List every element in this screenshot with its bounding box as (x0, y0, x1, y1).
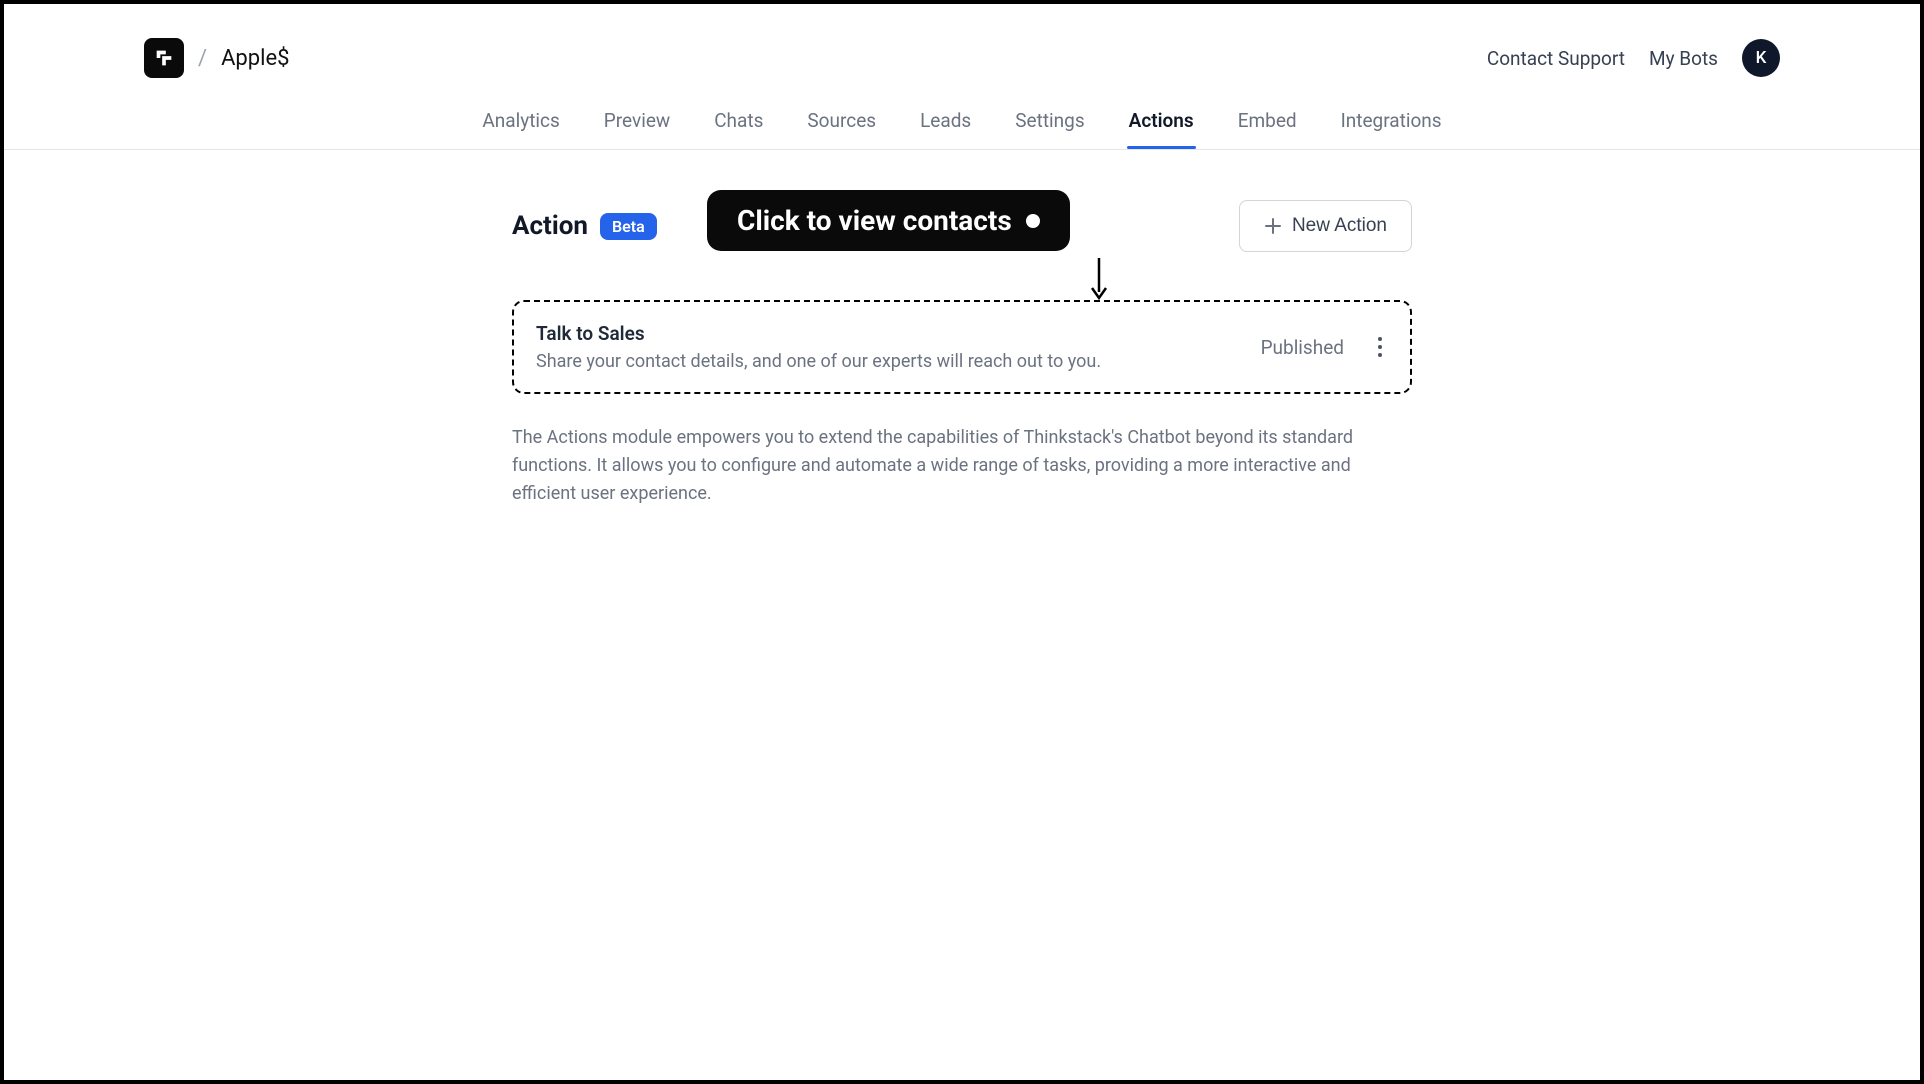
header: / Apple$ Contact Support My Bots K (4, 4, 1920, 94)
beta-badge: Beta (600, 213, 657, 240)
main-content: Action Beta Click to view contacts New A… (512, 150, 1412, 508)
tooltip-callout: Click to view contacts (707, 190, 1070, 251)
plus-icon (1264, 217, 1282, 235)
tabs-navigation: Analytics Preview Chats Sources Leads Se… (4, 94, 1920, 150)
new-action-button[interactable]: New Action (1239, 200, 1412, 252)
header-left: / Apple$ (44, 38, 290, 78)
breadcrumb-separator: / (198, 46, 207, 71)
tooltip-text: Click to view contacts (737, 204, 1012, 237)
action-card-right: Published (1261, 331, 1388, 363)
action-card[interactable]: Talk to Sales Share your contact details… (512, 300, 1412, 394)
tab-embed[interactable]: Embed (1236, 95, 1299, 148)
title-row: Action Beta Click to view contacts New A… (512, 200, 1412, 252)
action-title: Talk to Sales (536, 322, 1101, 345)
info-text: The Actions module empowers you to exten… (512, 424, 1412, 508)
tab-actions[interactable]: Actions (1127, 95, 1196, 148)
new-action-label: New Action (1292, 215, 1387, 237)
kebab-menu-icon[interactable] (1372, 331, 1388, 363)
action-description: Share your contact details, and one of o… (536, 351, 1101, 372)
status-badge: Published (1261, 336, 1344, 359)
tab-leads[interactable]: Leads (918, 95, 973, 148)
avatar[interactable]: K (1742, 39, 1780, 77)
tooltip-dot-icon (1026, 214, 1040, 228)
tab-settings[interactable]: Settings (1013, 95, 1086, 148)
action-card-left: Talk to Sales Share your contact details… (536, 322, 1101, 372)
logo-icon[interactable] (144, 38, 184, 78)
arrow-down-icon (1089, 258, 1109, 302)
page-title: Action (512, 211, 588, 241)
tab-chats[interactable]: Chats (712, 95, 765, 148)
tab-sources[interactable]: Sources (805, 95, 878, 148)
my-bots-link[interactable]: My Bots (1649, 47, 1718, 70)
title-left: Action Beta (512, 211, 657, 241)
tab-integrations[interactable]: Integrations (1339, 95, 1444, 148)
logo-svg (153, 47, 175, 69)
tab-preview[interactable]: Preview (602, 95, 672, 148)
contact-support-link[interactable]: Contact Support (1487, 47, 1625, 70)
breadcrumb-bot-name[interactable]: Apple$ (221, 46, 289, 71)
tab-analytics[interactable]: Analytics (480, 95, 561, 148)
header-right: Contact Support My Bots K (1487, 39, 1880, 77)
